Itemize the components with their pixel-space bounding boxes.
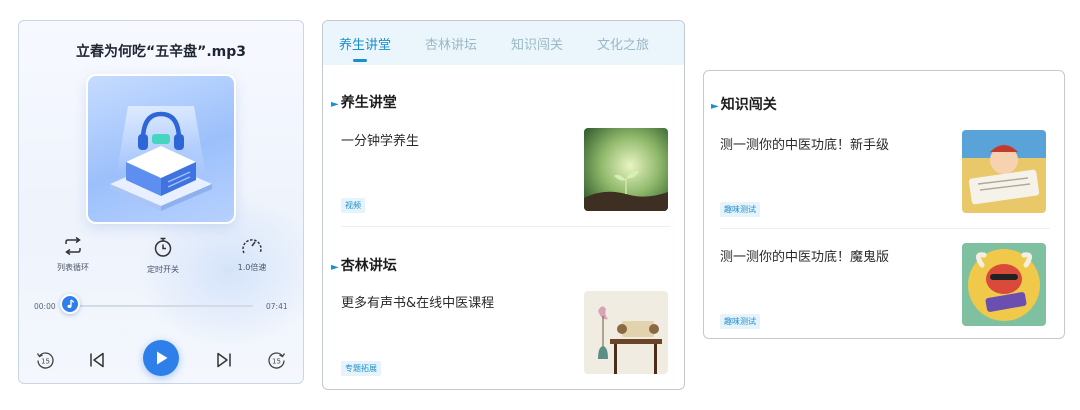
play-icon (157, 351, 168, 365)
tag-video: 视频 (341, 198, 365, 213)
timer-icon (154, 237, 172, 257)
progress-knob[interactable] (60, 294, 80, 314)
thumbnail-seedling[interactable] (584, 128, 668, 211)
current-time: 00:00 (34, 302, 56, 311)
lecture-panel: 养生讲堂 杏林讲坛 知识闯关 文化之旅 ► 养生讲堂 一分钟学养生 视频 ► 杏… (322, 20, 685, 390)
rewind-15-icon: 15 (36, 352, 54, 369)
quiz-item-beginner-title[interactable]: 测一测你的中医功底！新手级 (720, 134, 889, 153)
headphone-box-icon (110, 106, 212, 211)
tab-culture-tour[interactable]: 文化之旅 (597, 34, 649, 53)
svg-text:15: 15 (41, 358, 50, 366)
loop-icon (65, 237, 81, 255)
previous-track-button[interactable] (89, 352, 105, 368)
scroll-vase-image (584, 291, 668, 374)
tab-xinglin-forum[interactable]: 杏林讲坛 (425, 34, 477, 53)
next-track-button[interactable] (216, 352, 232, 368)
card-title-one-minute[interactable]: 一分钟学养生 (341, 130, 419, 149)
section-title-text: 杏林讲坛 (340, 258, 397, 274)
active-tab-indicator (353, 59, 367, 62)
section-arrow-icon: ► (331, 262, 339, 273)
loop-mode-button[interactable]: 列表循环 (38, 237, 108, 273)
quiz-section-title: ► 知识闯关 (711, 94, 777, 114)
sleep-timer-button[interactable]: 定时开关 (128, 237, 198, 275)
tag-fun-test: 趣味测试 (720, 202, 760, 217)
section-arrow-icon: ► (331, 99, 339, 110)
tab-health-lectures[interactable]: 养生讲堂 (339, 34, 391, 53)
track-title: 立春为何吃“五辛盘”.mp3 (75, 44, 247, 60)
speed-gauge-icon (242, 239, 262, 254)
playback-speed-label: 1.0倍速 (237, 263, 267, 272)
album-cover (88, 76, 234, 222)
loop-mode-label: 列表循环 (57, 263, 89, 272)
section-title-health: ► 养生讲堂 (331, 92, 397, 112)
skip-next-icon (217, 352, 231, 368)
tab-bar: 养生讲堂 杏林讲坛 知识闯关 文化之旅 (323, 21, 684, 65)
thumbnail-scroll-vase[interactable] (584, 291, 668, 374)
thumbnail-cartoon-scholar[interactable] (962, 130, 1046, 213)
progress-track[interactable] (67, 305, 253, 307)
rewind-15-button[interactable]: 15 (35, 350, 55, 370)
audio-player-panel: 立春为何吃“五辛盘”.mp3 列表循环 定时开关 1.0倍速 00:00 07:… (18, 20, 304, 384)
total-time: 07:41 (266, 302, 288, 311)
play-button[interactable] (143, 340, 179, 376)
forward-15-icon: 15 (268, 352, 286, 369)
section-title-text: 养生讲堂 (340, 95, 397, 111)
cartoon-scholar-image (962, 130, 1046, 213)
quiz-item-devil-title[interactable]: 测一测你的中医功底！魔鬼版 (720, 246, 889, 265)
playback-speed-button[interactable]: 1.0倍速 (217, 237, 287, 273)
tag-fun-test: 趣味测试 (720, 314, 760, 329)
section-divider (341, 226, 671, 227)
thumbnail-cartoon-ox[interactable] (962, 243, 1046, 326)
cartoon-ox-image (962, 243, 1046, 326)
quiz-panel: ► 知识闯关 测一测你的中医功底！新手级 趣味测试 测一测你的中医功底！魔鬼版 趣… (703, 70, 1065, 339)
svg-text:15: 15 (272, 358, 281, 366)
section-title-forum: ► 杏林讲坛 (331, 255, 397, 275)
quiz-title-text: 知识闯关 (720, 97, 777, 113)
tag-special-topic: 专题拓展 (341, 361, 381, 376)
card-title-audiobooks[interactable]: 更多有声书&在线中医课程 (341, 292, 494, 311)
skip-previous-icon (90, 352, 104, 368)
tab-knowledge-quiz[interactable]: 知识闯关 (511, 34, 563, 53)
section-arrow-icon: ► (711, 101, 719, 112)
seedling-image (584, 128, 668, 211)
music-note-icon (67, 299, 75, 308)
sleep-timer-label: 定时开关 (147, 265, 179, 274)
forward-15-button[interactable]: 15 (267, 350, 287, 370)
quiz-divider (720, 228, 1050, 229)
